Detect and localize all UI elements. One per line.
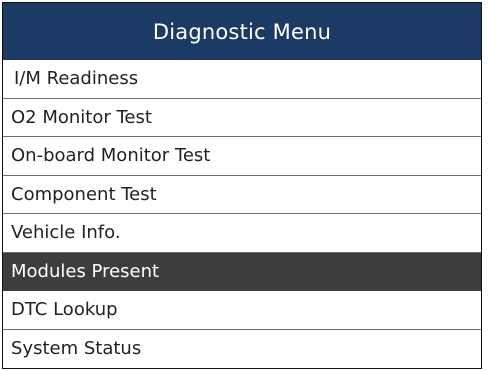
- menu-item-vehicle-info[interactable]: Vehicle Info.: [3, 214, 481, 253]
- menu-item-component-test[interactable]: Component Test: [3, 175, 481, 214]
- diagnostic-menu-list: I/M Readiness O2 Monitor Test On-board M…: [3, 60, 481, 368]
- menu-item-system-status[interactable]: System Status: [3, 329, 481, 368]
- menu-item-o2-monitor-test[interactable]: O2 Monitor Test: [3, 98, 481, 137]
- menu-item-on-board-monitor-test[interactable]: On-board Monitor Test: [3, 137, 481, 176]
- menu-item-modules-present[interactable]: Modules Present: [3, 252, 481, 291]
- menu-title: Diagnostic Menu: [152, 19, 332, 44]
- menu-item-im-readiness[interactable]: I/M Readiness: [3, 60, 481, 99]
- menu-item-dtc-lookup[interactable]: DTC Lookup: [3, 291, 481, 330]
- diagnostic-screen: Diagnostic Menu I/M Readiness O2 Monitor…: [2, 2, 482, 369]
- menu-header: Diagnostic Menu: [3, 3, 481, 60]
